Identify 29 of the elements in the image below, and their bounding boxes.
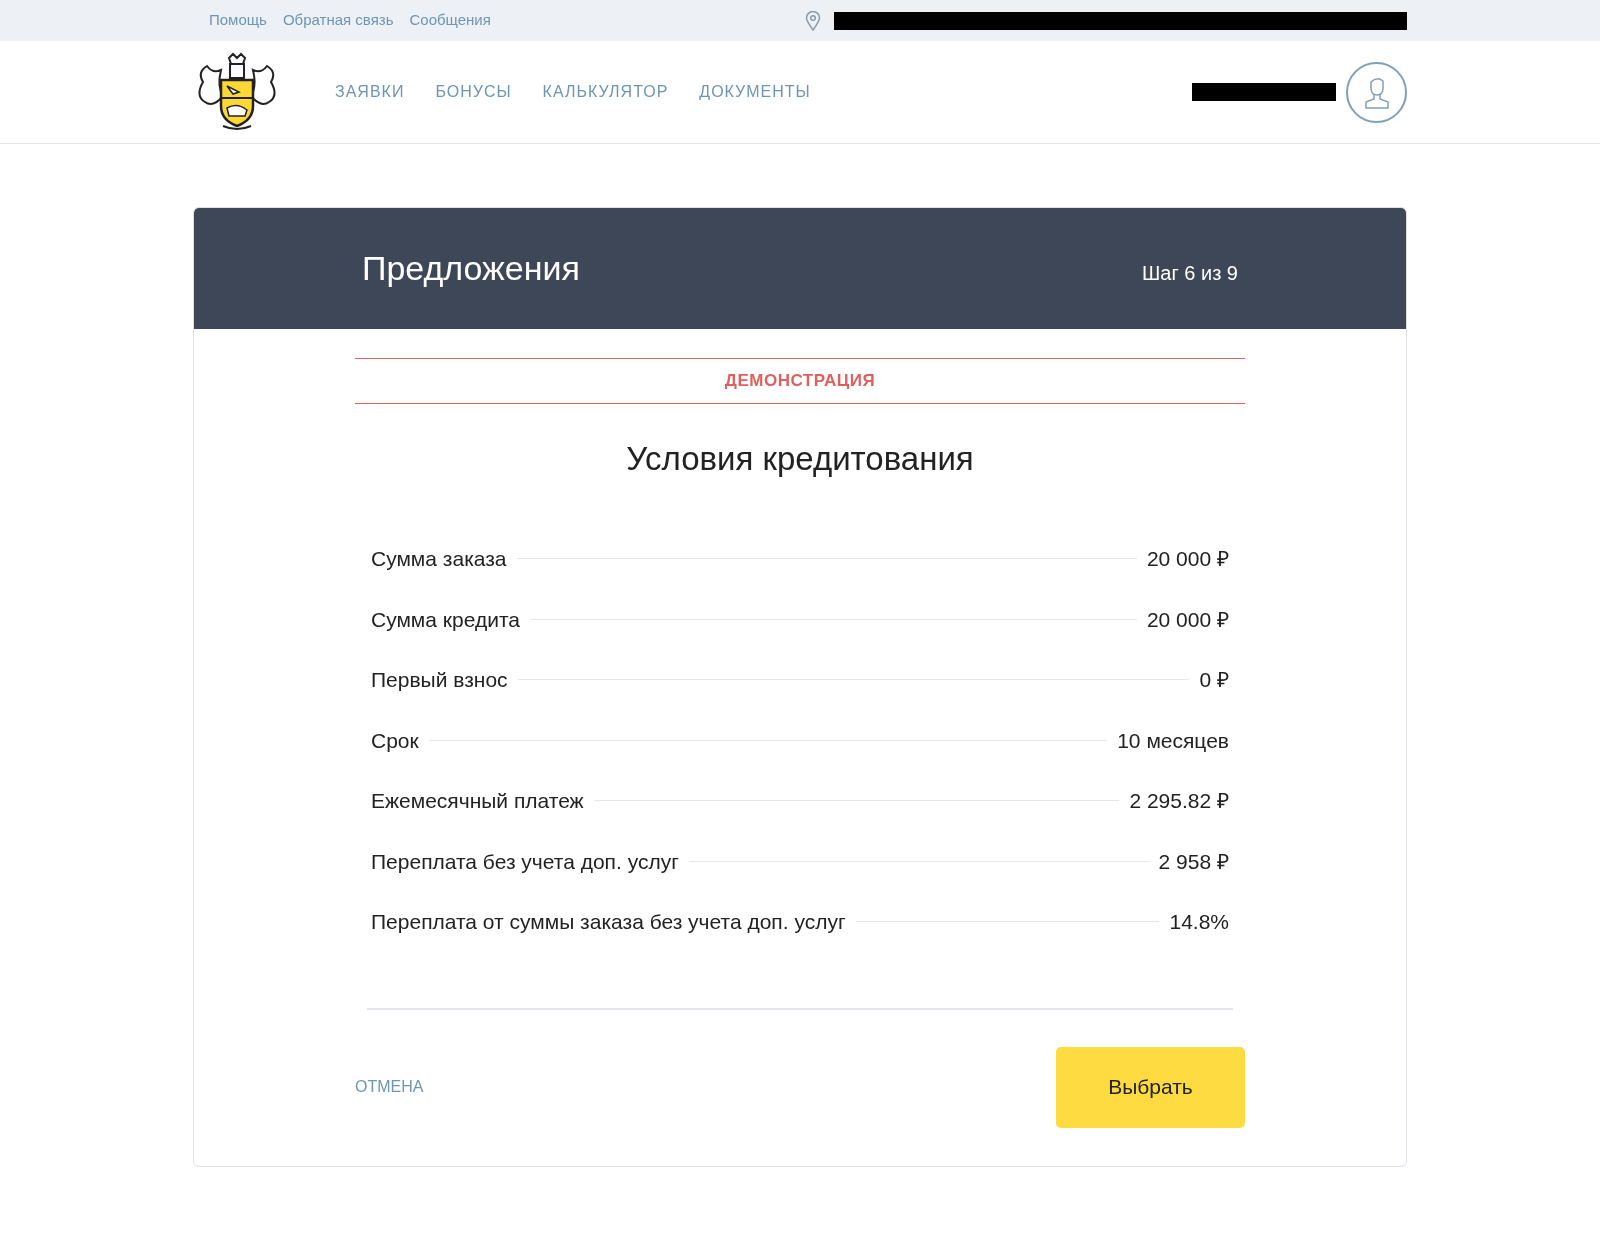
term-label: Переплата от суммы заказа без учета доп. услуг	[371, 909, 846, 935]
term-label: Срок	[371, 727, 419, 754]
term-label: Переплата без учета доп. услуг	[371, 848, 679, 875]
term-value: 20 000 ₽	[1146, 546, 1229, 572]
section-heading: Условия кредитования	[625, 438, 975, 479]
nav-link[interactable]: ДОКУМЕНТЫ	[699, 80, 811, 104]
profile-avatar-button[interactable]	[1346, 61, 1407, 123]
cancel-link[interactable]: ОТМЕНА	[355, 1075, 424, 1099]
term-label: Сумма заказа	[371, 546, 507, 572]
step-indicator: Шаг 6 из 9	[1142, 260, 1238, 286]
term-value: 2 295.82 ₽	[1129, 788, 1229, 814]
term-value: 14.8%	[1169, 909, 1229, 935]
card-title: Предложения	[362, 248, 580, 289]
term-label: Ежемесячный платеж	[371, 788, 584, 814]
top-link[interactable]: Помощь	[209, 9, 267, 32]
term-value: 2 958 ₽	[1158, 848, 1229, 875]
term-value: 0 ₽	[1199, 667, 1229, 693]
select-button[interactable]: Выбрать	[1056, 1046, 1245, 1128]
term-label: Сумма кредита	[371, 606, 520, 633]
nav-link[interactable]: КАЛЬКУЛЯТОР	[542, 80, 669, 104]
location-pin-icon[interactable]	[805, 10, 821, 31]
nav-link[interactable]: ЗАЯВКИ	[335, 80, 405, 104]
term-value: 10 месяцев	[1117, 727, 1229, 754]
term-value: 20 000 ₽	[1146, 606, 1229, 633]
term-label: Первый взнос	[371, 667, 508, 693]
top-link[interactable]: Обратная связь	[282, 9, 394, 32]
nav-link[interactable]: БОНУСЫ	[435, 80, 512, 104]
top-link[interactable]: Сообщения	[409, 9, 491, 32]
demo-banner: ДЕМОНСТРАЦИЯ	[355, 358, 1245, 404]
